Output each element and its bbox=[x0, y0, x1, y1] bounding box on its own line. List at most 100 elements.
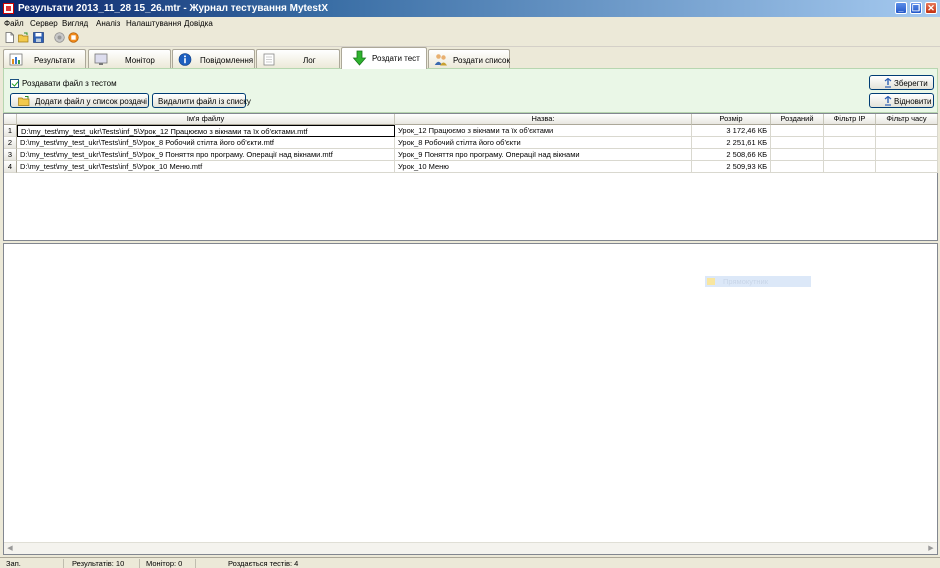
new-file-icon[interactable] bbox=[4, 32, 15, 43]
window-title: Результати 2013_11_28 15_26.mtr - Журнал… bbox=[18, 3, 328, 14]
tab-distribute-list[interactable]: Роздати список bbox=[428, 49, 510, 68]
menu-bar: Файл Сервер Вигляд Аналіз Налаштування Д… bbox=[0, 17, 940, 29]
menu-settings[interactable]: Налаштування bbox=[126, 19, 181, 28]
ghost-tooltip-text: Прямокутник bbox=[723, 277, 769, 286]
status-distributed: Роздається тестів: 4 bbox=[228, 559, 299, 568]
column-header-size[interactable]: Розмір bbox=[692, 114, 771, 125]
restore-button[interactable]: ❐ bbox=[910, 2, 922, 14]
table-cell-size[interactable]: 2 508,66 КБ bbox=[692, 149, 771, 161]
table-cell-size[interactable]: 2 509,93 КБ bbox=[692, 161, 771, 173]
save-button-label: Зберегти bbox=[894, 79, 928, 88]
column-header-name[interactable]: Назва: bbox=[395, 114, 692, 125]
tab-bar: Результати Монітор Повідомлення Лог Розд… bbox=[0, 47, 940, 69]
table-cell-distributed[interactable] bbox=[771, 161, 824, 173]
table-cell-name[interactable]: Урок_8 Робочий стілта його об'єкти bbox=[395, 137, 692, 149]
table-cell-ip-filter[interactable] bbox=[824, 161, 876, 173]
row-number-header bbox=[4, 114, 17, 125]
table-cell-filename[interactable]: D:\my_test\my_test_ukr\Tests\inf_5\Урок_… bbox=[17, 137, 395, 149]
folder-icon bbox=[707, 278, 715, 285]
table-cell-distributed[interactable] bbox=[771, 149, 824, 161]
stop-icon[interactable] bbox=[68, 32, 79, 43]
add-folder-icon bbox=[18, 96, 30, 106]
table-cell-ip-filter[interactable] bbox=[824, 125, 876, 137]
tab-log[interactable]: Лог bbox=[256, 49, 340, 68]
record-icon[interactable] bbox=[54, 32, 65, 43]
log-icon bbox=[263, 53, 275, 66]
row-number: 1 bbox=[4, 125, 17, 137]
tab-distribute-test[interactable]: Роздати тест bbox=[341, 47, 427, 69]
table-cell-filename[interactable]: D:\my_test\my_test_ukr\Tests\inf_5\Урок_… bbox=[17, 149, 395, 161]
title-bar: Результати 2013_11_28 15_26.mtr - Журнал… bbox=[0, 0, 940, 17]
scroll-right-icon[interactable]: ▶ bbox=[925, 544, 937, 554]
remove-file-button[interactable]: Видалити файл із списку bbox=[152, 93, 251, 108]
menu-file[interactable]: Файл bbox=[4, 19, 24, 28]
info-icon bbox=[178, 53, 192, 66]
row-number: 3 bbox=[4, 149, 17, 161]
app-icon[interactable] bbox=[3, 3, 14, 14]
add-file-button[interactable]: Додати файл у список роздачі bbox=[10, 93, 149, 108]
table-cell-time-filter[interactable] bbox=[876, 161, 938, 173]
table-cell-time-filter[interactable] bbox=[876, 125, 938, 137]
distribute-options-panel: Роздавати файл з тестом Додати файл у сп… bbox=[3, 68, 938, 113]
status-mode: Зап. bbox=[6, 559, 64, 568]
results-icon bbox=[9, 53, 23, 66]
distribute-file-label: Роздавати файл з тестом bbox=[22, 79, 117, 88]
column-header-ip-filter[interactable]: Фільтр IP bbox=[824, 114, 876, 125]
table-cell-filename[interactable]: D:\my_test\my_test_ukr\Tests\inf_5\Урок_… bbox=[17, 161, 395, 173]
table-cell-ip-filter[interactable] bbox=[824, 137, 876, 149]
pin-icon bbox=[884, 78, 892, 88]
table-cell-distributed[interactable] bbox=[771, 125, 824, 137]
menu-analysis[interactable]: Аналіз bbox=[96, 19, 120, 28]
row-number: 2 bbox=[4, 137, 17, 149]
tab-distribute-test-label: Роздати тест bbox=[372, 54, 420, 63]
tab-results[interactable]: Результати bbox=[3, 49, 86, 68]
menu-help[interactable]: Довідка bbox=[184, 19, 213, 28]
ghost-tooltip: Прямокутник bbox=[705, 276, 811, 287]
table-cell-size[interactable]: 2 251,61 КБ bbox=[692, 137, 771, 149]
remove-file-button-label: Видалити файл із списку bbox=[158, 97, 251, 106]
menu-view[interactable]: Вигляд bbox=[62, 19, 88, 28]
table-cell-name[interactable]: Урок_12 Працюємо з вікнами та їх об'єкта… bbox=[395, 125, 692, 137]
minimize-button[interactable]: _ bbox=[895, 2, 907, 14]
scroll-left-icon[interactable]: ◀ bbox=[4, 544, 16, 554]
close-button[interactable]: ✕ bbox=[925, 2, 937, 14]
tab-results-label: Результати bbox=[34, 56, 75, 65]
pin-icon bbox=[884, 96, 892, 106]
status-results: Результатів: 10 bbox=[72, 559, 140, 568]
restore-list-button-label: Відновити bbox=[894, 97, 932, 106]
tab-messages-label: Повідомлення bbox=[200, 56, 254, 65]
column-header-distributed[interactable]: Розданий bbox=[771, 114, 824, 125]
table-cell-size[interactable]: 3 172,46 КБ bbox=[692, 125, 771, 137]
table-cell-filename[interactable]: D:\my_test\my_test_ukr\Tests\inf_5\Урок_… bbox=[17, 125, 395, 137]
restore-list-button[interactable]: Відновити bbox=[869, 93, 934, 108]
tab-distribute-list-label: Роздати список bbox=[453, 56, 510, 65]
download-arrow-icon bbox=[352, 50, 367, 66]
distribution-table: Ім'я файлу Назва: Розмір Розданий Фільтр… bbox=[3, 113, 938, 241]
monitor-icon bbox=[94, 53, 108, 65]
tab-monitor[interactable]: Монітор bbox=[88, 49, 171, 68]
menu-server[interactable]: Сервер bbox=[30, 19, 58, 28]
table-cell-time-filter[interactable] bbox=[876, 149, 938, 161]
open-folder-icon[interactable] bbox=[18, 32, 29, 43]
column-header-time-filter[interactable]: Фільтр часу bbox=[876, 114, 938, 125]
table-cell-distributed[interactable] bbox=[771, 137, 824, 149]
table-cell-name[interactable]: Урок_10 Меню bbox=[395, 161, 692, 173]
toolbar bbox=[0, 29, 940, 47]
horizontal-scrollbar[interactable]: ◀ ▶ bbox=[4, 542, 937, 554]
status-monitor: Монітор: 0 bbox=[146, 559, 196, 568]
table-cell-ip-filter[interactable] bbox=[824, 149, 876, 161]
tab-log-label: Лог bbox=[303, 56, 316, 65]
column-header-filename[interactable]: Ім'я файлу bbox=[17, 114, 395, 125]
tab-messages[interactable]: Повідомлення bbox=[172, 49, 255, 68]
tab-monitor-label: Монітор bbox=[125, 56, 155, 65]
distribute-file-checkbox[interactable] bbox=[10, 79, 19, 88]
save-button[interactable]: Зберегти bbox=[869, 75, 934, 90]
add-file-button-label: Додати файл у список роздачі bbox=[35, 97, 147, 106]
save-icon[interactable] bbox=[33, 32, 44, 43]
status-bar: Зап. Результатів: 10 Монітор: 0 Роздаєть… bbox=[0, 557, 940, 568]
users-icon bbox=[434, 54, 447, 66]
row-number: 4 bbox=[4, 161, 17, 173]
table-cell-name[interactable]: Урок_9 Поняття про програму. Операції на… bbox=[395, 149, 692, 161]
table-cell-time-filter[interactable] bbox=[876, 137, 938, 149]
log-pane[interactable]: ◀ ▶ bbox=[3, 243, 938, 555]
